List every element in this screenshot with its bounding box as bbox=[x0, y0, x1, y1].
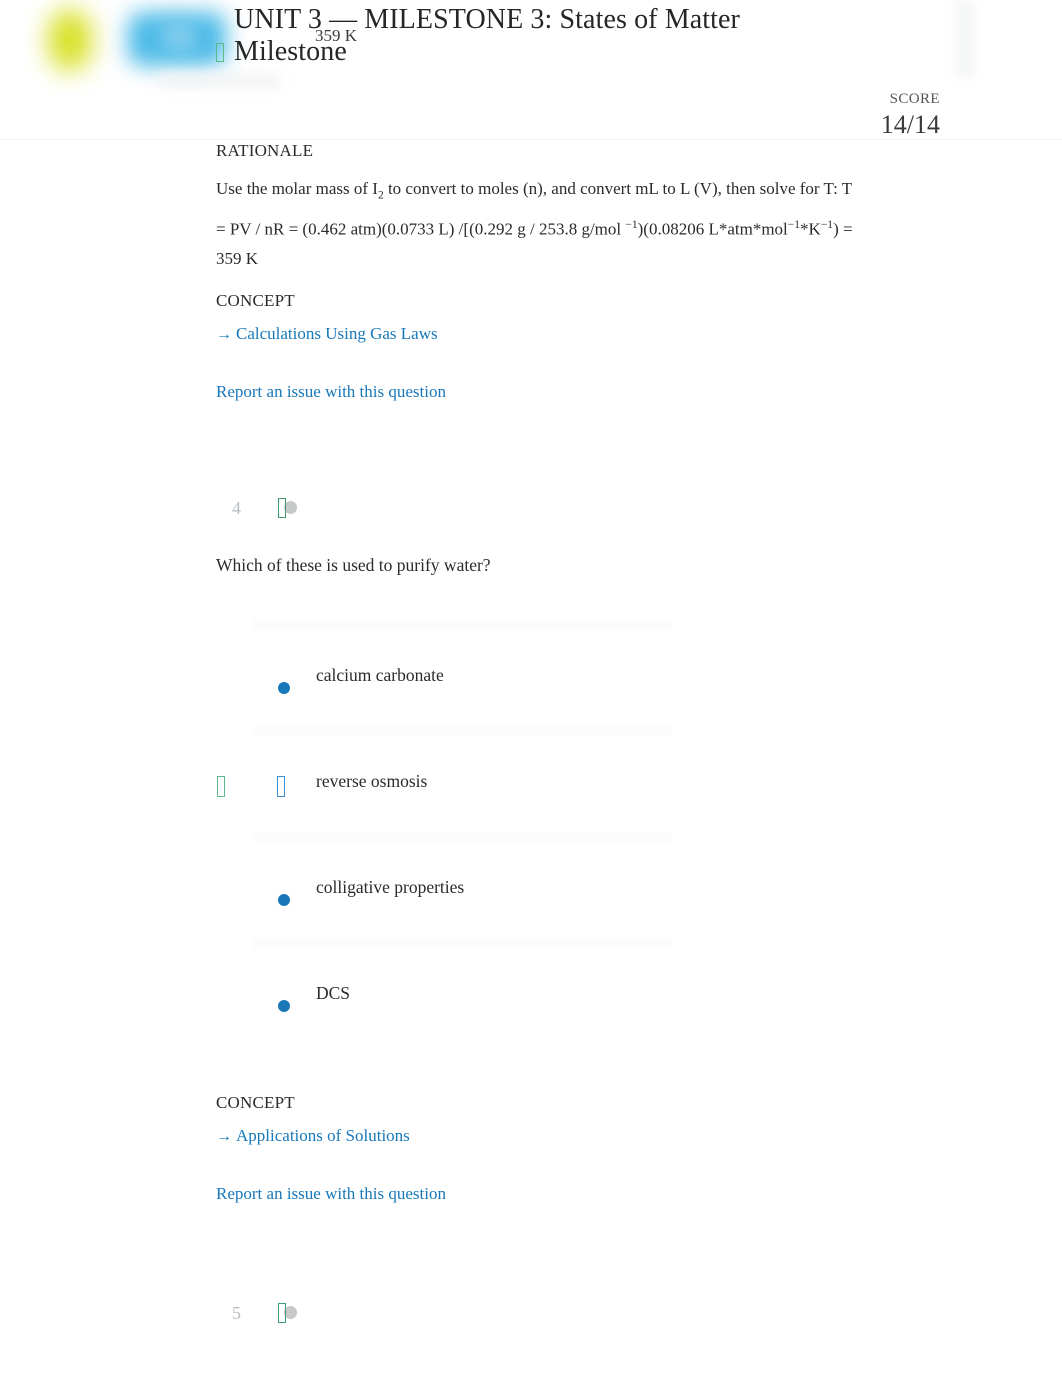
radio-bullet-icon[interactable] bbox=[278, 894, 290, 906]
option-row[interactable]: colligative properties bbox=[216, 832, 856, 938]
concept-section-bottom: CONCEPT → Applications of Solutions Repor… bbox=[216, 1092, 856, 1207]
sophia-logo-blue-highlight bbox=[160, 22, 198, 52]
report-issue-link-bottom[interactable]: Report an issue with this question bbox=[216, 1184, 446, 1203]
rationale-text: Use the molar mass of I2 to convert to m… bbox=[216, 174, 856, 274]
question-5-marker: 5 bbox=[216, 1300, 516, 1326]
concept-label-bottom: CONCEPT bbox=[216, 1093, 295, 1112]
radio-bullet-icon[interactable] bbox=[278, 682, 290, 694]
missing-glyph-icon bbox=[216, 43, 224, 62]
option-row[interactable]: DCS bbox=[216, 938, 856, 1044]
rationale-section: RATIONALE Use the molar mass of I2 to co… bbox=[216, 140, 856, 274]
rationale-superscript-3: −1 bbox=[820, 218, 834, 231]
rationale-superscript-1: −1 bbox=[625, 218, 638, 231]
score-block: SCORE 14/14 bbox=[740, 90, 940, 140]
option-row[interactable]: calcium carbonate bbox=[216, 620, 856, 726]
concept-link-top[interactable]: Calculations Using Gas Laws bbox=[236, 324, 438, 343]
question-4-options: calcium carbonate reverse osmosis collig… bbox=[216, 620, 856, 1044]
concept-link-row-bottom: → Applications of Solutions bbox=[216, 1123, 856, 1149]
report-issue-link-top[interactable]: Report an issue with this question bbox=[216, 382, 446, 401]
sophia-logo-wordmark bbox=[160, 74, 280, 88]
option-label: calcium carbonate bbox=[316, 665, 444, 685]
concept-link-row-top: → Calculations Using Gas Laws bbox=[216, 321, 856, 347]
rationale-superscript-2: −1 bbox=[787, 218, 801, 231]
arrow-right-icon: → bbox=[216, 326, 232, 343]
question-4-text: Which of these is used to purify water? bbox=[216, 555, 491, 575]
score-value: 14/14 bbox=[880, 110, 940, 139]
option-divider bbox=[252, 726, 672, 736]
rationale-part-1: Use the molar mass of I bbox=[216, 179, 378, 198]
page-header: UNIT 3 — MILESTONE 3: States of Matter M… bbox=[0, 0, 1062, 140]
question-4-number: 4 bbox=[232, 498, 241, 518]
option-label: DCS bbox=[316, 983, 351, 1003]
radio-selected-icon[interactable] bbox=[277, 776, 285, 797]
concept-section-top: CONCEPT → Calculations Using Gas Laws Rep… bbox=[216, 290, 856, 405]
question-4-marker: 4 bbox=[216, 495, 516, 521]
header-ghost-element bbox=[955, 0, 975, 78]
arrow-right-icon: → bbox=[216, 1128, 232, 1145]
option-row[interactable]: reverse osmosis bbox=[216, 726, 856, 832]
correct-answer-check-icon bbox=[217, 776, 225, 797]
question-status-icon bbox=[278, 498, 297, 518]
missing-glyph-icon bbox=[278, 498, 286, 518]
report-issue-row-bottom: Report an issue with this question bbox=[216, 1181, 856, 1207]
sophia-logo-yellow-mark bbox=[48, 9, 92, 71]
option-label: reverse osmosis bbox=[316, 771, 428, 791]
concept-label-top: CONCEPT bbox=[216, 291, 295, 310]
rationale-part-4: *K bbox=[800, 219, 821, 239]
option-divider bbox=[252, 832, 672, 842]
missing-glyph-icon bbox=[278, 1303, 286, 1323]
concept-link-bottom[interactable]: Applications of Solutions bbox=[236, 1126, 410, 1145]
rationale-part-3: )(0.08206 L*atm*mol bbox=[637, 219, 788, 239]
overlay-answer-text: 359 K bbox=[315, 26, 358, 45]
option-divider bbox=[252, 620, 672, 630]
rationale-label: RATIONALE bbox=[216, 141, 314, 160]
option-divider bbox=[252, 938, 672, 948]
question-status-icon bbox=[278, 1303, 297, 1323]
report-issue-row-top: Report an issue with this question bbox=[216, 379, 856, 405]
radio-bullet-icon[interactable] bbox=[278, 1000, 290, 1012]
option-label: colligative properties bbox=[316, 877, 465, 897]
score-label: SCORE bbox=[889, 91, 940, 107]
question-5-number: 5 bbox=[232, 1303, 241, 1323]
